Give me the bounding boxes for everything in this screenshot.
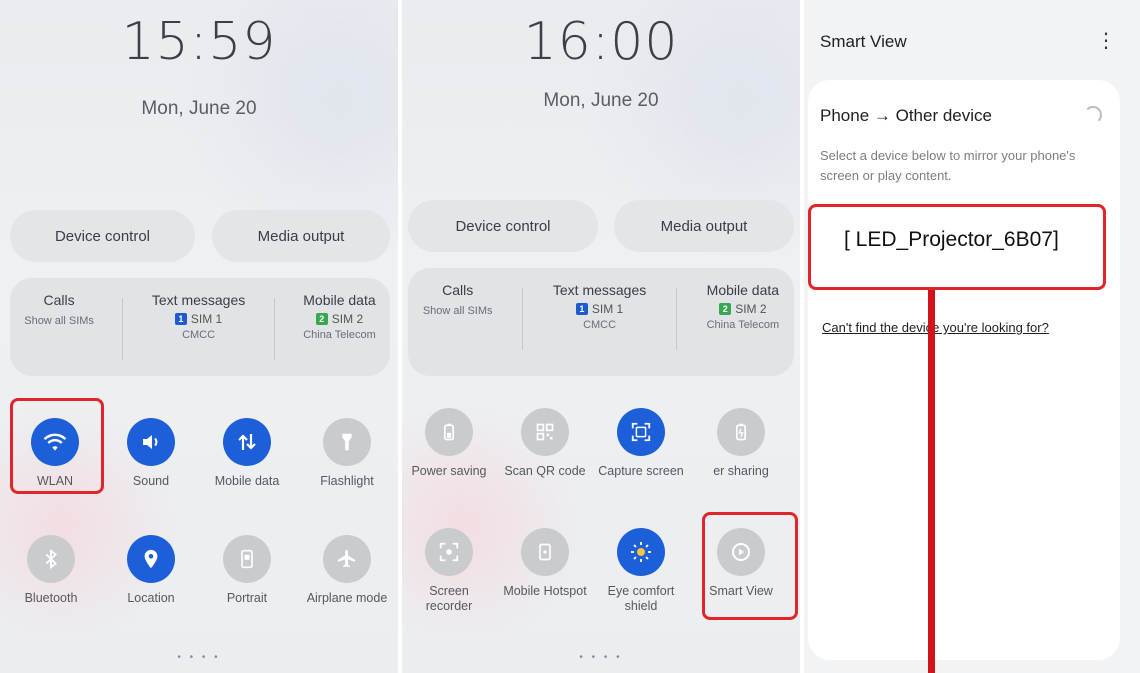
more-options-icon[interactable]: ⋮ (1096, 28, 1116, 53)
speaker-icon (127, 418, 175, 466)
hotspot-icon (521, 528, 569, 576)
date: Mon, June 20 (141, 98, 257, 119)
screenshot-icon (617, 408, 665, 456)
media-output-button[interactable]: Media output (212, 210, 390, 262)
bluetooth-icon (27, 535, 75, 583)
sim2-icon: 2 (315, 313, 328, 325)
flashlight-icon (323, 418, 371, 466)
tile-screen-recorder[interactable]: Screen recorder (406, 528, 492, 614)
calls-sim[interactable]: Calls Show all SIMs (423, 282, 493, 317)
mobile-data-sim[interactable]: Mobile data 2 SIM 2 China Telecom (707, 282, 780, 331)
tile-mobile-hotspot[interactable]: Mobile Hotspot (502, 528, 588, 599)
calls-sim[interactable]: Calls Show all SIMs (24, 292, 94, 327)
divider (522, 288, 524, 350)
highlight-smart-view (702, 512, 798, 620)
sim1-icon: 1 (575, 303, 588, 315)
battery-share-icon (717, 408, 765, 456)
tile-mobile-data[interactable]: Mobile data (204, 418, 290, 489)
portrait-icon (223, 535, 271, 583)
clock: 15:59 (121, 12, 277, 72)
updown-arrows-icon (223, 418, 271, 466)
text-messages-sim[interactable]: Text messages 1 SIM 1 CMCC (553, 282, 646, 331)
tile-sound[interactable]: Sound (108, 418, 194, 489)
tile-airplane-mode[interactable]: Airplane mode (304, 535, 390, 606)
tile-capture-screen[interactable]: Capture screen (598, 408, 684, 479)
text-messages-sim[interactable]: Text messages 1 SIM 1 CMCC (152, 292, 245, 341)
highlight-wlan (10, 398, 104, 494)
battery-icon (425, 408, 473, 456)
divider (273, 298, 275, 360)
tile-bluetooth[interactable]: Bluetooth (8, 535, 94, 606)
loading-spinner-icon (1084, 106, 1102, 124)
tile-power-saving[interactable]: Power saving (406, 408, 492, 479)
annotation-connector-line (928, 290, 935, 673)
sim-manager-card[interactable]: Calls Show all SIMs Text messages 1 SIM 1… (10, 278, 390, 376)
tile-portrait[interactable]: Portrait (204, 535, 290, 606)
eye-comfort-icon (617, 528, 665, 576)
tile-flashlight[interactable]: Flashlight (304, 418, 390, 489)
sim-manager-card[interactable]: Calls Show all SIMs Text messages 1 SIM 1… (408, 268, 794, 376)
screen-record-icon (425, 528, 473, 576)
tile-wireless-power-sharing[interactable]: er sharing (698, 408, 784, 479)
sim1-icon: 1 (174, 313, 187, 325)
device-control-button[interactable]: Device control (408, 200, 598, 252)
clock: 16:00 (523, 12, 679, 72)
tile-eye-comfort-shield[interactable]: Eye comfort shield (598, 528, 684, 614)
quick-panel-left: 15:59 Mon, June 20 Device control Media … (0, 0, 398, 673)
help-link[interactable]: Can't find the device you're looking for… (822, 320, 1049, 335)
page-indicator: • • • • (579, 652, 623, 663)
media-output-button[interactable]: Media output (614, 200, 794, 252)
divider (122, 298, 124, 360)
mobile-data-sim[interactable]: Mobile data 2 SIM 2 China Telecom (303, 292, 376, 341)
sim2-icon: 2 (719, 303, 732, 315)
mirror-description: Select a device below to mirror your pho… (820, 148, 1076, 183)
device-control-button[interactable]: Device control (10, 210, 195, 262)
location-pin-icon (127, 535, 175, 583)
page-indicator: • • • • (177, 652, 221, 663)
highlight-device (808, 204, 1106, 290)
date: Mon, June 20 (543, 90, 659, 111)
tile-location[interactable]: Location (108, 535, 194, 606)
quick-panel-middle: 16:00 Mon, June 20 Device control Media … (402, 0, 800, 673)
qr-code-icon (521, 408, 569, 456)
airplane-icon (323, 535, 371, 583)
smart-view-screen: Smart View ⋮ Phone → Other device Select… (804, 0, 1140, 673)
mirror-heading: Phone → Other device (820, 106, 992, 125)
tile-scan-qr-code[interactable]: Scan QR code (502, 408, 588, 479)
screen-title: Smart View (820, 32, 907, 51)
divider (675, 288, 677, 350)
device-list-card: Phone → Other device Select a device bel… (808, 80, 1120, 660)
